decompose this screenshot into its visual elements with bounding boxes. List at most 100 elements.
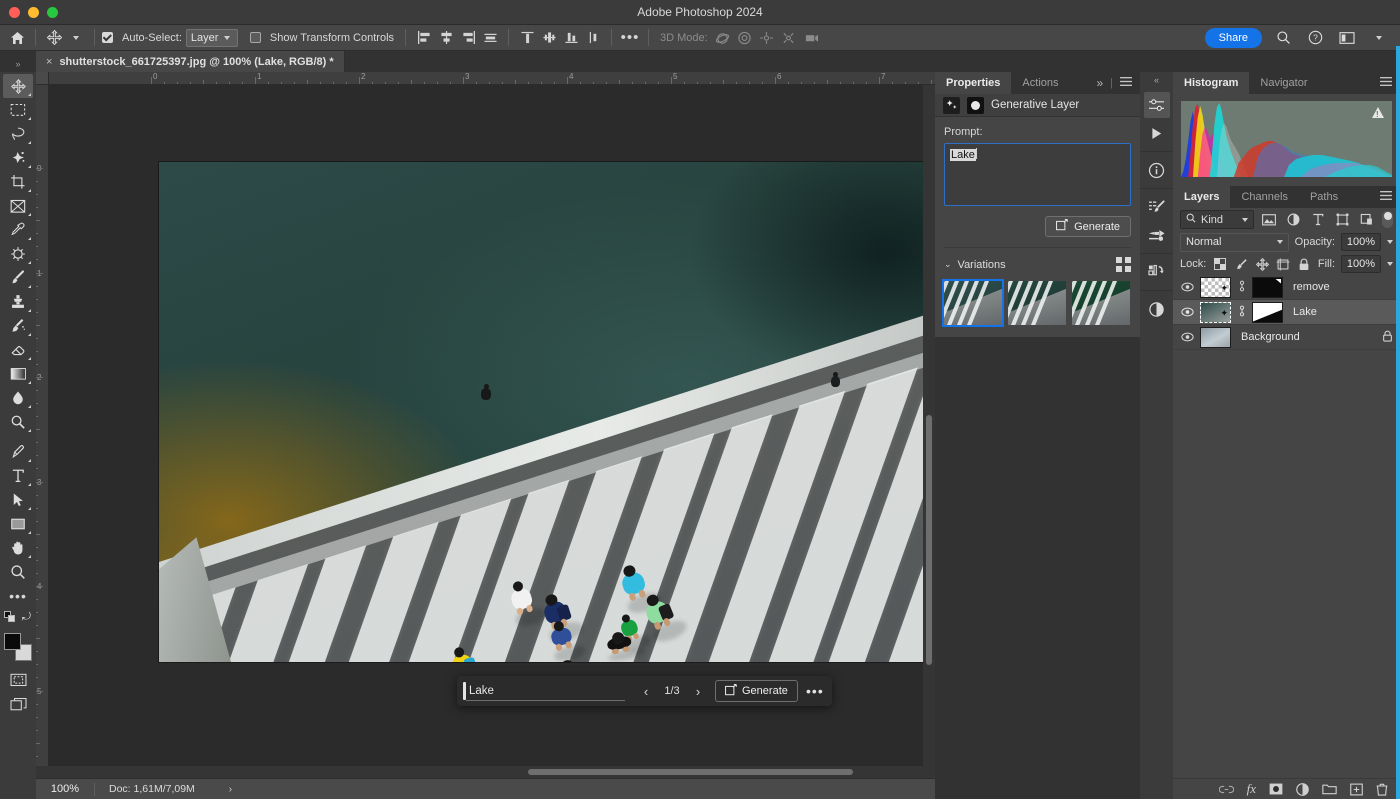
layer-mask-thumbnail[interactable]	[1252, 302, 1283, 323]
dodge-tool[interactable]	[3, 410, 33, 434]
add-layer-mask-icon[interactable]	[1269, 783, 1283, 795]
layer-row-remove[interactable]: ✦ remove	[1173, 275, 1400, 300]
filter-smart-object-icon[interactable]	[1358, 210, 1375, 229]
layer-filter-kind-dropdown[interactable]: Kind	[1180, 210, 1254, 229]
document-tab[interactable]: × shutterstock_661725397.jpg @ 100% (Lak…	[36, 51, 345, 72]
clone-stamp-tool[interactable]	[3, 290, 33, 314]
properties-generate-button[interactable]: Generate	[1045, 216, 1131, 237]
layer-mask-link-icon[interactable]	[1237, 305, 1246, 320]
filter-type-icon[interactable]	[1309, 210, 1326, 229]
pen-tool[interactable]	[3, 440, 33, 464]
brush-tool[interactable]	[3, 266, 33, 290]
info-icon[interactable]	[1144, 157, 1170, 183]
lock-artboard-nesting-icon[interactable]	[1276, 255, 1290, 274]
lock-image-pixels-icon[interactable]	[1234, 255, 1248, 274]
tab-layers[interactable]: Layers	[1173, 186, 1230, 208]
histogram-graph[interactable]	[1181, 101, 1392, 177]
delete-layer-icon[interactable]	[1376, 783, 1388, 796]
history-brush-tool[interactable]	[3, 314, 33, 338]
generation-prompt-field[interactable]: Lake	[457, 676, 635, 706]
path-selection-tool[interactable]	[3, 488, 33, 512]
search-icon[interactable]	[1272, 28, 1294, 48]
color-swatches[interactable]	[3, 632, 33, 662]
layer-name[interactable]: Lake	[1293, 306, 1317, 318]
more-options-icon[interactable]: •••	[619, 28, 641, 48]
layer-visibility-toggle[interactable]	[1180, 332, 1194, 342]
brush-settings-icon[interactable]	[1144, 194, 1170, 220]
auto-select-target-dropdown[interactable]: Layer	[186, 29, 238, 47]
panel-menu-icon[interactable]	[1380, 191, 1392, 204]
move-tool-icon[interactable]	[43, 28, 65, 48]
help-icon[interactable]: ?	[1304, 28, 1326, 48]
eyedropper-tool[interactable]	[3, 218, 33, 242]
spot-healing-brush-tool[interactable]	[3, 242, 33, 266]
adjustments-circle-icon[interactable]	[1144, 296, 1170, 322]
opacity-value[interactable]: 100%	[1341, 233, 1381, 251]
document-canvas[interactable]: Lake ‹ 1/3 › Generate •••	[49, 85, 935, 766]
libraries-icon[interactable]	[1144, 259, 1170, 285]
uncached-warning-icon[interactable]	[1372, 107, 1384, 118]
align-horizontal-centers-icon[interactable]	[435, 28, 457, 48]
chevron-down-icon[interactable]: ⌄	[944, 259, 952, 270]
scrollbar-thumb[interactable]	[528, 769, 853, 775]
vertical-ruler[interactable]: 012345	[36, 85, 49, 766]
prompt-input[interactable]: Lake	[944, 143, 1131, 206]
close-icon[interactable]: ×	[46, 56, 52, 68]
expand-panels-icon[interactable]: »	[1096, 76, 1103, 90]
actions-play-icon[interactable]	[1144, 120, 1170, 146]
new-layer-icon[interactable]	[1350, 783, 1363, 796]
layer-mask-link-icon[interactable]	[1237, 280, 1246, 295]
brushes-icon[interactable]	[1144, 222, 1170, 248]
next-variation-button[interactable]: ›	[687, 676, 709, 706]
scrollbar-thumb[interactable]	[926, 415, 932, 665]
new-adjustment-layer-icon[interactable]	[1296, 783, 1309, 796]
gradient-tool[interactable]	[3, 362, 33, 386]
layer-thumbnail[interactable]: ✦	[1200, 302, 1231, 323]
rectangle-tool[interactable]	[3, 512, 33, 536]
align-bottom-edges-icon[interactable]	[560, 28, 582, 48]
auto-select-checkbox[interactable]	[102, 32, 113, 43]
blend-mode-dropdown[interactable]: Normal	[1180, 233, 1289, 252]
foreground-color-swatch[interactable]	[4, 633, 21, 650]
edit-toolbar-icon[interactable]: •••	[3, 584, 33, 608]
rectangular-marquee-tool[interactable]	[3, 98, 33, 122]
layer-name[interactable]: Background	[1241, 331, 1300, 343]
adjustments-icon[interactable]	[1144, 92, 1170, 118]
align-vertical-centers-icon[interactable]	[538, 28, 560, 48]
generation-more-options-icon[interactable]: •••	[804, 676, 826, 706]
tab-properties[interactable]: Properties	[935, 72, 1011, 94]
filter-enable-toggle[interactable]	[1382, 210, 1393, 229]
layer-style-fx-icon[interactable]: fx	[1247, 781, 1256, 797]
filter-pixel-icon[interactable]	[1261, 210, 1278, 229]
chevron-down-icon[interactable]	[1368, 28, 1390, 48]
generate-button[interactable]: Generate	[715, 680, 798, 702]
link-layers-icon[interactable]	[1219, 785, 1234, 794]
align-right-edges-icon[interactable]	[457, 28, 479, 48]
panel-menu-icon[interactable]	[1380, 77, 1392, 90]
filter-adjustment-icon[interactable]	[1285, 210, 1302, 229]
collapse-dock-icon[interactable]: «	[1140, 72, 1173, 87]
tab-histogram[interactable]: Histogram	[1173, 72, 1249, 94]
previous-variation-button[interactable]: ‹	[635, 676, 657, 706]
horizontal-ruler[interactable]: 01234567	[36, 72, 935, 85]
fill-chevron-icon[interactable]	[1387, 262, 1393, 266]
filter-shape-icon[interactable]	[1334, 210, 1351, 229]
collapse-panels-left-icon[interactable]: »	[0, 51, 36, 72]
tab-actions[interactable]: Actions	[1011, 72, 1069, 94]
frame-tool[interactable]	[3, 194, 33, 218]
canvas-horizontal-scrollbar[interactable]	[36, 766, 935, 778]
canvas-vertical-scrollbar[interactable]	[923, 85, 935, 766]
layer-thumbnail[interactable]	[1200, 327, 1231, 348]
variation-thumbnail-1[interactable]	[944, 281, 1002, 325]
align-horizontal-distribute-icon[interactable]	[479, 28, 501, 48]
grid-view-icon[interactable]	[1116, 257, 1131, 272]
status-expand-icon[interactable]: ›	[229, 784, 232, 795]
lock-transparent-pixels-icon[interactable]	[1213, 255, 1227, 274]
layer-mask-thumbnail[interactable]	[1252, 277, 1283, 298]
swap-colors-icon[interactable]: ⤾	[22, 611, 31, 624]
lasso-tool[interactable]	[3, 122, 33, 146]
tab-channels[interactable]: Channels	[1230, 186, 1298, 208]
layer-row-background[interactable]: Background	[1173, 325, 1400, 350]
crop-tool[interactable]	[3, 170, 33, 194]
lock-position-icon[interactable]	[1255, 255, 1269, 274]
